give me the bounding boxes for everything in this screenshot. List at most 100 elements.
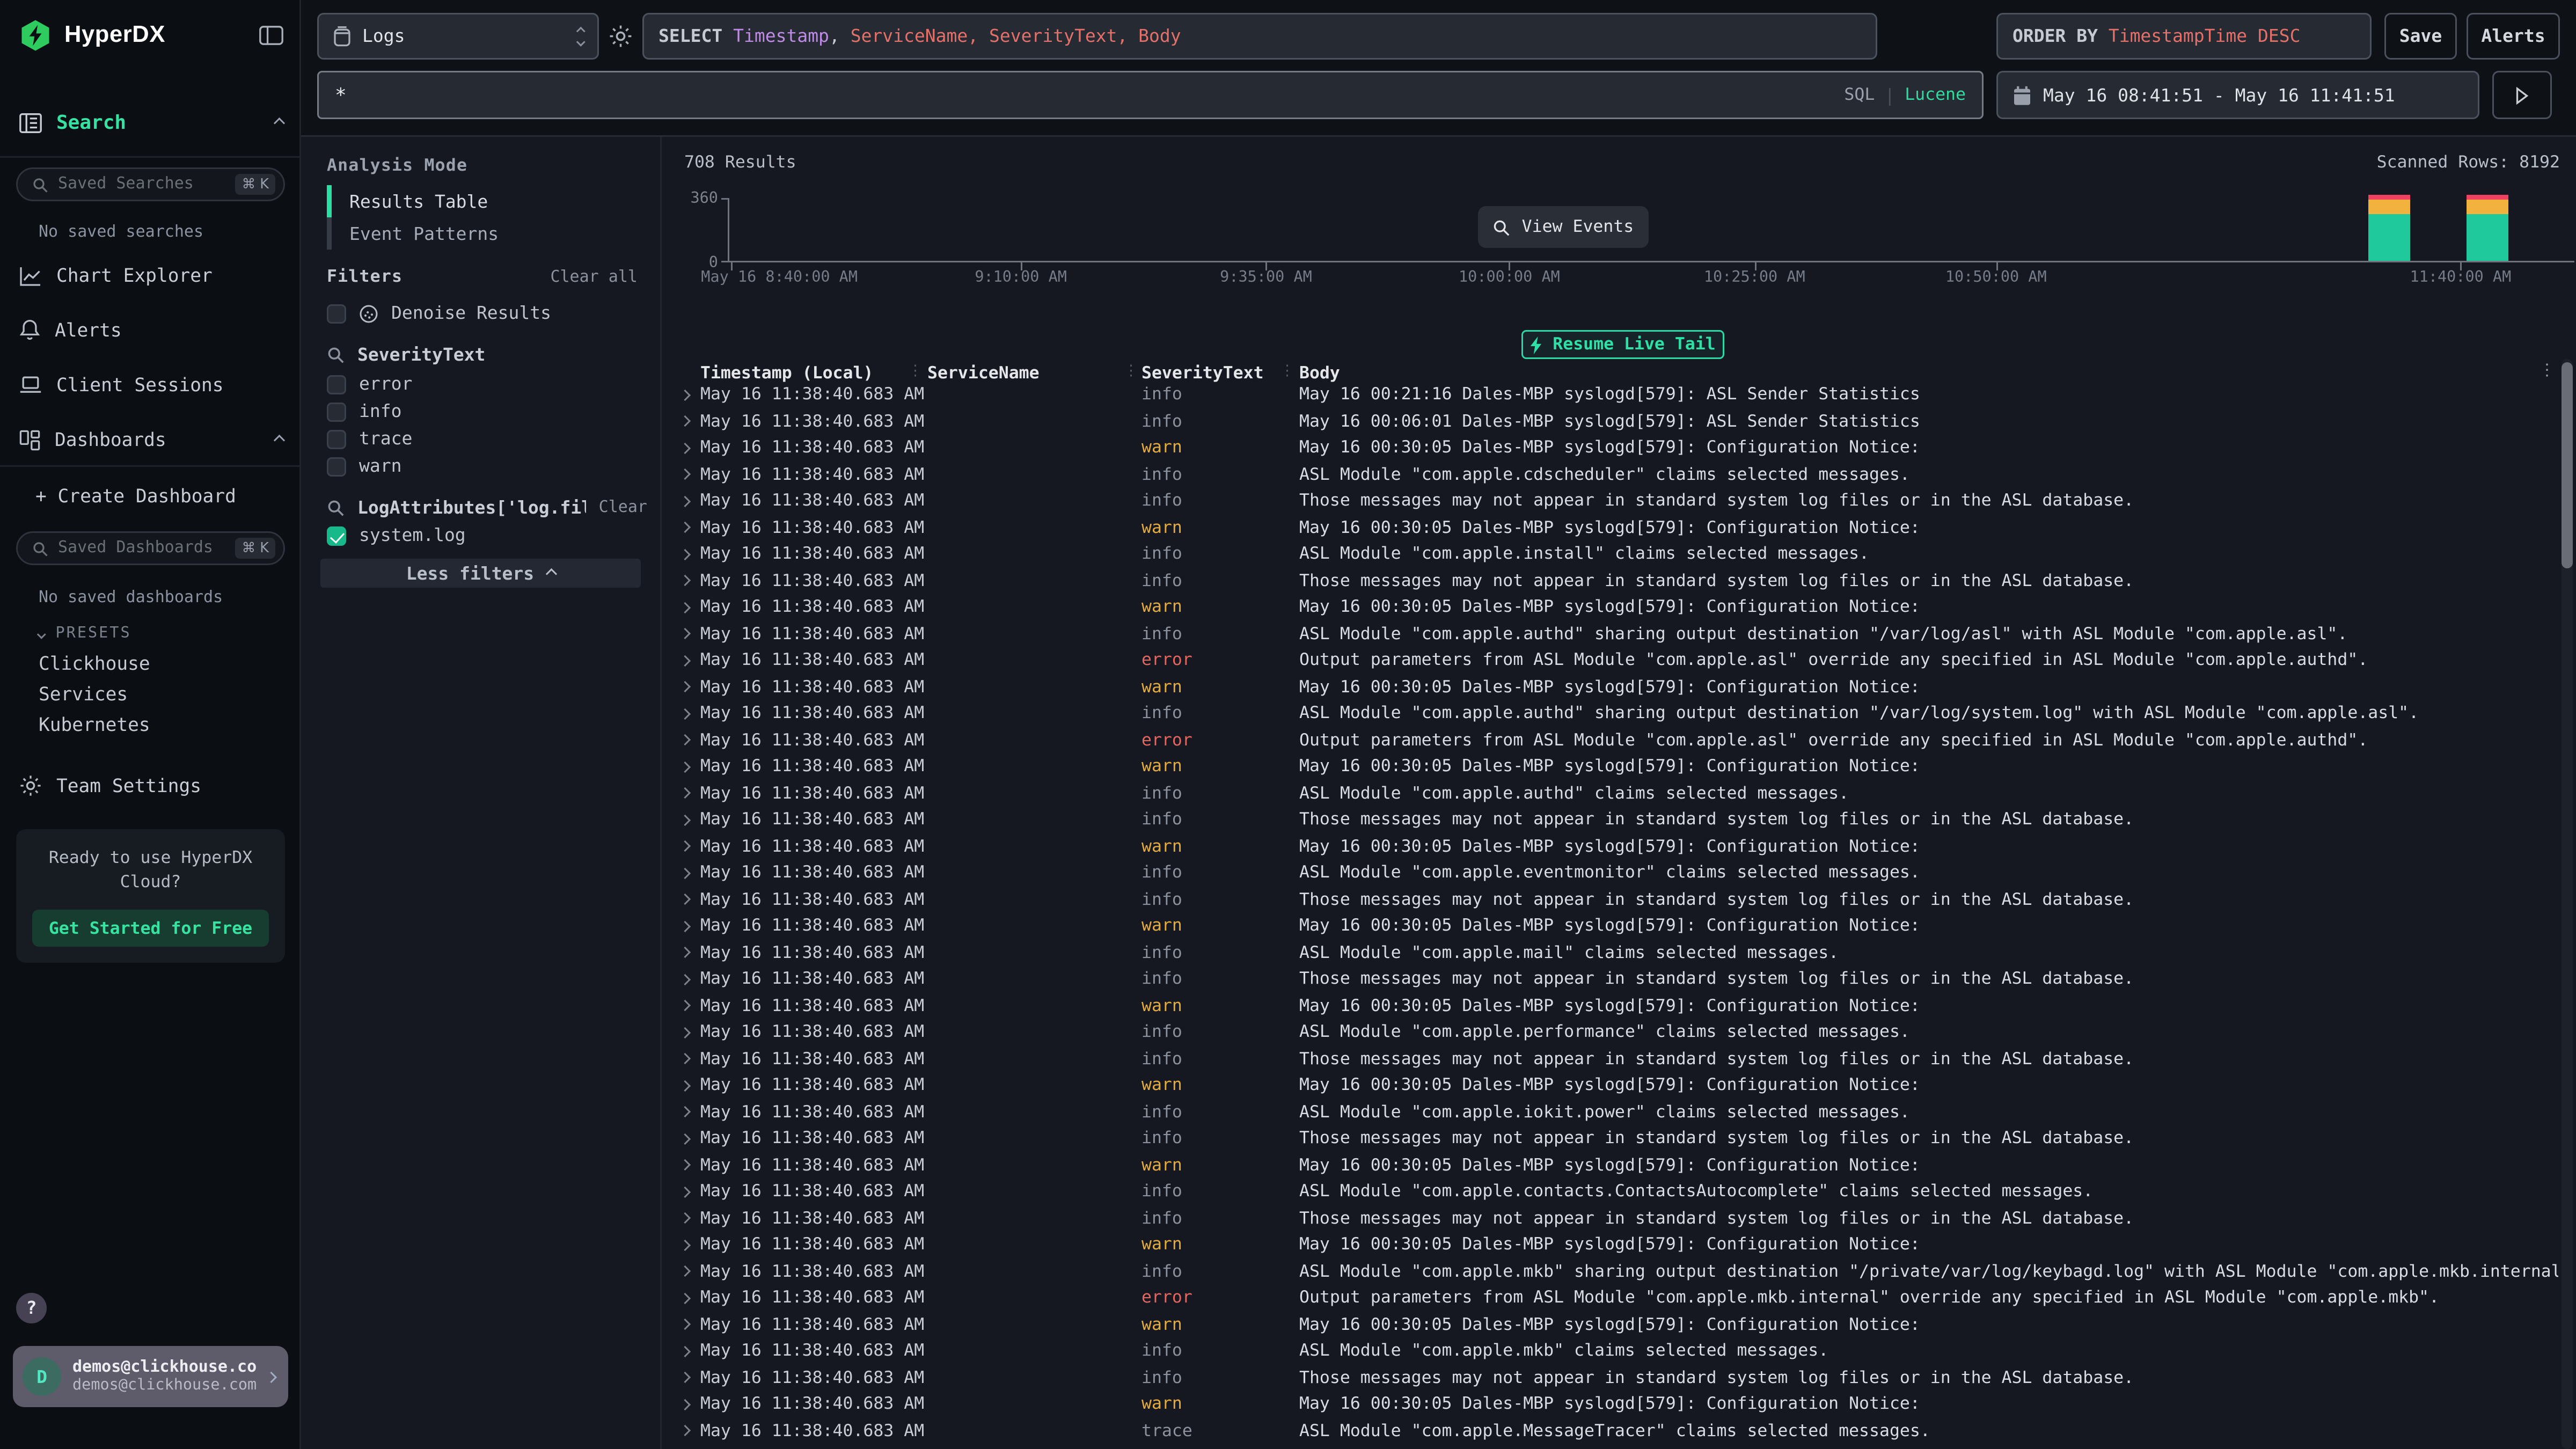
log-row[interactable]: May 16 11:38:40.683 AMwarnMay 16 00:30:0…: [662, 913, 2558, 940]
save-button[interactable]: Save: [2384, 13, 2457, 60]
log-row[interactable]: May 16 11:38:40.683 AMinfoThose messages…: [662, 966, 2558, 993]
log-row[interactable]: May 16 11:38:40.683 AMerrorOutput parame…: [662, 1285, 2558, 1312]
mode-sql-toggle[interactable]: SQL: [1844, 85, 1875, 105]
log-row[interactable]: May 16 11:38:40.683 AMinfoASL Module "co…: [662, 462, 2558, 488]
filter-option-warn[interactable]: warn: [327, 454, 402, 478]
results-histogram[interactable]: [728, 187, 2571, 262]
log-row[interactable]: May 16 11:38:40.683 AMinfoASL Module "co…: [662, 940, 2558, 967]
column-resize-handle[interactable]: ⋮: [1124, 364, 1138, 380]
less-filters-button[interactable]: Less filters: [320, 559, 641, 588]
log-row[interactable]: May 16 11:38:40.683 AMwarnMay 16 00:30:0…: [662, 435, 2558, 462]
scrollbar-thumb[interactable]: [2562, 362, 2573, 568]
column-resize-handle[interactable]: ⋮: [1280, 364, 1294, 380]
log-row[interactable]: May 16 11:38:40.683 AMtraceASL Module "c…: [662, 1418, 2558, 1445]
create-dashboard-button[interactable]: + Create Dashboard: [35, 480, 283, 512]
preset-item-clickhouse[interactable]: Clickhouse: [39, 652, 150, 675]
log-row[interactable]: May 16 11:38:40.683 AMwarnMay 16 00:30:0…: [662, 1232, 2558, 1258]
table-menu-kebab-icon[interactable]: ⋮: [2539, 362, 2555, 380]
filter-option-trace[interactable]: trace: [327, 427, 412, 451]
log-row[interactable]: May 16 11:38:40.683 AMinfoASL Module "co…: [662, 1019, 2558, 1046]
presets-section-toggle[interactable]: PRESETS: [39, 625, 131, 642]
col-header-timestamp[interactable]: Timestamp (Local): [700, 363, 927, 383]
source-select[interactable]: Logs: [317, 13, 599, 60]
log-row[interactable]: May 16 11:38:40.683 AMinfoThose messages…: [662, 568, 2558, 595]
help-button[interactable]: ?: [16, 1293, 47, 1323]
log-row[interactable]: May 16 11:38:40.683 AMwarnMay 16 00:30:0…: [662, 833, 2558, 860]
log-row[interactable]: May 16 11:38:40.683 AMinfoASL Module "co…: [662, 541, 2558, 568]
log-row[interactable]: May 16 11:38:40.683 AMwarnMay 16 00:30:0…: [662, 1312, 2558, 1338]
sidebar-item-alerts[interactable]: Alerts: [19, 314, 283, 346]
denoise-filter[interactable]: Denoise Results: [327, 301, 551, 325]
log-row[interactable]: May 16 11:38:40.683 AMinfoASL Module "co…: [662, 860, 2558, 887]
log-row[interactable]: May 16 11:38:40.683 AMinfoMay 16 00:21:1…: [662, 382, 2558, 408]
saved-searches-input[interactable]: Saved Searches ⌘ K: [16, 167, 285, 201]
filter-option-error[interactable]: error: [327, 372, 412, 396]
log-row[interactable]: May 16 11:38:40.683 AMinfoThose messages…: [662, 488, 2558, 515]
denoise-checkbox[interactable]: [327, 304, 346, 323]
log-row[interactable]: May 16 11:38:40.683 AMinfoASL Module "co…: [662, 1179, 2558, 1205]
sidebar-item-search[interactable]: Search: [19, 106, 283, 138]
alerts-button[interactable]: Alerts: [2467, 13, 2560, 60]
log-row[interactable]: May 16 11:38:40.683 AMinfoASL Module "co…: [662, 780, 2558, 807]
log-row[interactable]: May 16 11:38:40.683 AMinfoASL Module "co…: [662, 621, 2558, 648]
vertical-scrollbar[interactable]: [2562, 359, 2573, 1449]
log-row[interactable]: May 16 11:38:40.683 AMinfoASL Module "co…: [662, 700, 2558, 727]
clear-filter-button[interactable]: Clear: [599, 499, 647, 517]
tab-event-patterns[interactable]: Event Patterns: [349, 217, 499, 250]
log-row[interactable]: May 16 11:38:40.683 AMwarnMay 16 00:30:0…: [662, 674, 2558, 701]
filter-option-info[interactable]: info: [327, 399, 402, 423]
checkbox[interactable]: [327, 402, 346, 421]
sidebar-item-chart-explorer[interactable]: Chart Explorer: [19, 259, 283, 291]
log-row[interactable]: May 16 11:38:40.683 AMinfoASL Module "co…: [662, 1099, 2558, 1126]
user-menu[interactable]: D demos@clickhouse.com demos@clickhouse.…: [13, 1346, 288, 1407]
collapse-sidebar-icon[interactable]: [259, 26, 283, 45]
source-settings-gear-icon[interactable]: [609, 24, 633, 48]
get-started-button[interactable]: Get Started for Free: [32, 910, 269, 947]
col-header-body[interactable]: Body: [1299, 363, 2553, 383]
clear-all-button[interactable]: Clear all: [550, 269, 638, 287]
saved-dashboards-input[interactable]: Saved Dashboards ⌘ K: [16, 531, 285, 565]
filter-option-system.log[interactable]: system.log: [327, 523, 466, 547]
log-row[interactable]: May 16 11:38:40.683 AMinfoThose messages…: [662, 1365, 2558, 1392]
log-row[interactable]: May 16 11:38:40.683 AMwarnMay 16 00:30:0…: [662, 515, 2558, 541]
select-clause-editor[interactable]: SELECT Timestamp, ServiceName, SeverityT…: [642, 13, 1877, 60]
time-range-picker[interactable]: May 16 08:41:51 - May 16 11:41:51: [1996, 71, 2479, 119]
search-query-input[interactable]: * SQL | Lucene: [317, 71, 1984, 119]
preset-item-services[interactable]: Services: [39, 683, 128, 705]
log-row[interactable]: May 16 11:38:40.683 AMwarnMay 16 00:30:0…: [662, 1152, 2558, 1179]
checkbox[interactable]: [327, 457, 346, 476]
checkbox[interactable]: [327, 526, 346, 545]
checkbox[interactable]: [327, 375, 346, 394]
histogram-bar[interactable]: [2467, 195, 2509, 261]
log-row[interactable]: May 16 11:38:40.683 AMinfoASL Module "co…: [662, 1338, 2558, 1365]
resume-live-tail-button[interactable]: Resume Live Tail: [1521, 330, 1724, 359]
mode-lucene-toggle[interactable]: Lucene: [1905, 85, 1966, 105]
log-row[interactable]: May 16 11:38:40.683 AMwarnMay 16 00:30:0…: [662, 993, 2558, 1020]
log-row[interactable]: May 16 11:38:40.683 AMwarnMay 16 00:30:0…: [662, 753, 2558, 780]
log-row[interactable]: May 16 11:38:40.683 AMwarnMay 16 00:30:0…: [662, 1072, 2558, 1099]
log-row[interactable]: May 16 11:38:40.683 AMerrorOutput parame…: [662, 647, 2558, 674]
log-row[interactable]: May 16 11:38:40.683 AMinfoThose messages…: [662, 1125, 2558, 1152]
log-row[interactable]: May 16 11:38:40.683 AMinfoASL Module "co…: [662, 1258, 2558, 1285]
log-row[interactable]: May 16 11:38:40.683 AMinfoMay 16 00:06:0…: [662, 408, 2558, 435]
col-header-severitytext[interactable]: SeverityText: [1141, 363, 1299, 383]
log-row[interactable]: May 16 11:38:40.683 AMinfoThose messages…: [662, 1046, 2558, 1073]
checkbox[interactable]: [327, 429, 346, 449]
log-row[interactable]: May 16 11:38:40.683 AMinfoThose messages…: [662, 807, 2558, 833]
sidebar-item-dashboards[interactable]: Dashboards: [19, 423, 283, 456]
run-live-button[interactable]: [2492, 71, 2552, 119]
log-row[interactable]: May 16 11:38:40.683 AMerrorOutput parame…: [662, 727, 2558, 754]
log-row[interactable]: May 16 11:38:40.683 AMinfoThose messages…: [662, 1205, 2558, 1232]
tab-results-table[interactable]: Results Table: [349, 185, 488, 217]
column-resize-handle[interactable]: ⋮: [908, 364, 923, 380]
order-by-editor[interactable]: ORDER BY TimestampTime DESC: [1996, 13, 2372, 60]
log-row[interactable]: May 16 11:38:40.683 AMinfoThose messages…: [662, 887, 2558, 913]
sidebar-item-client-sessions[interactable]: Client Sessions: [19, 369, 283, 401]
view-events-button[interactable]: View Events: [1478, 206, 1649, 248]
log-row[interactable]: May 16 11:38:40.683 AMwarnMay 16 00:30:0…: [662, 594, 2558, 621]
search-icon[interactable]: [327, 346, 345, 364]
col-header-servicename[interactable]: ServiceName: [927, 363, 1141, 383]
search-icon[interactable]: [327, 499, 345, 517]
preset-item-kubernetes[interactable]: Kubernetes: [39, 713, 150, 736]
histogram-bar[interactable]: [2368, 195, 2410, 261]
